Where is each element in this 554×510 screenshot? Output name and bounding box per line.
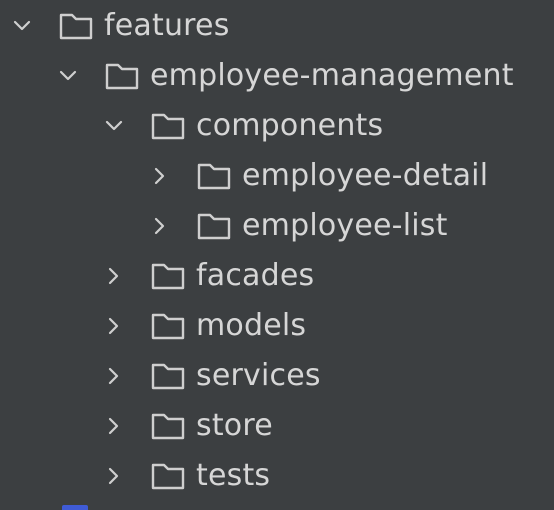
tree-row-components[interactable]: components — [0, 101, 554, 151]
folder-icon — [196, 211, 232, 241]
chevron-right-icon[interactable] — [104, 316, 124, 336]
chevron-right-icon[interactable] — [150, 166, 170, 186]
chevron-right-icon[interactable] — [104, 266, 124, 286]
tree-row-facades[interactable]: facades — [0, 251, 554, 301]
tree-row-label: employee-detail — [242, 151, 488, 201]
tree-row-models[interactable]: models — [0, 301, 554, 351]
chevron-right-icon[interactable] — [104, 466, 124, 486]
folder-icon — [104, 61, 140, 91]
folder-icon — [150, 111, 186, 141]
chevron-right-icon[interactable] — [104, 366, 124, 386]
folder-icon — [150, 461, 186, 491]
folder-icon — [150, 361, 186, 391]
folder-icon — [150, 311, 186, 341]
tree-row-label: store — [196, 401, 273, 451]
tree-row-label: employee-list — [242, 201, 448, 251]
folder-icon — [196, 161, 232, 191]
tree-row-features[interactable]: features — [0, 1, 554, 51]
folder-icon — [150, 411, 186, 441]
folder-icon — [150, 261, 186, 291]
tree-row-label: models — [196, 301, 306, 351]
tree-row-label: employee-management — [150, 51, 514, 101]
tree-row-employee-management[interactable]: employee-management — [0, 51, 554, 101]
tree-row-label: components — [196, 101, 383, 151]
chevron-down-icon[interactable] — [12, 16, 32, 36]
chevron-down-icon[interactable] — [58, 66, 78, 86]
tree-row-label: services — [196, 351, 321, 401]
tree-row-services[interactable]: services — [0, 351, 554, 401]
folder-icon — [58, 11, 94, 41]
project-tree: features employee-management components … — [0, 0, 554, 510]
tree-row-employee-list[interactable]: employee-list — [0, 201, 554, 251]
tree-row-label: facades — [196, 251, 314, 301]
chevron-down-icon[interactable] — [104, 116, 124, 136]
tree-row-employee-detail[interactable]: employee-detail — [0, 151, 554, 201]
tree-row-tests[interactable]: tests — [0, 451, 554, 501]
partially-visible-item-marker — [62, 505, 88, 510]
chevron-right-icon[interactable] — [104, 416, 124, 436]
tree-row-label: tests — [196, 451, 270, 501]
chevron-right-icon[interactable] — [150, 216, 170, 236]
tree-row-label: features — [104, 1, 230, 51]
tree-row-store[interactable]: store — [0, 401, 554, 451]
